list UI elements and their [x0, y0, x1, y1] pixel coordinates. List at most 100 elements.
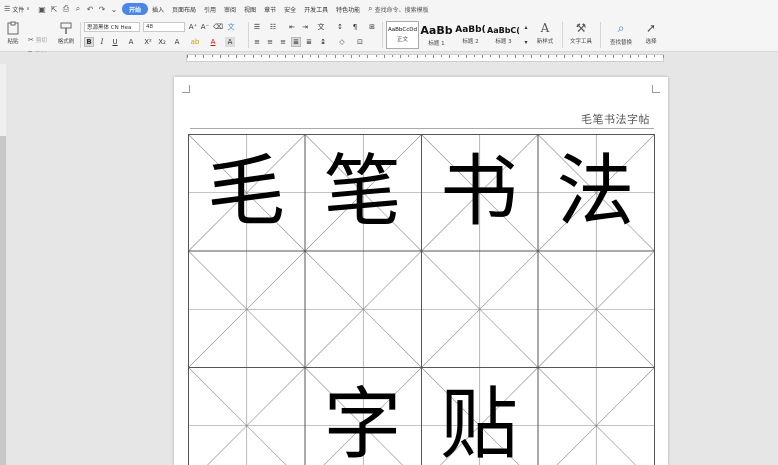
italic-button[interactable]: I [97, 37, 107, 47]
show-marks-icon[interactable]: ¶ [350, 22, 360, 32]
ruler-tick [416, 55, 418, 58]
paste-button[interactable]: 粘贴 [2, 21, 24, 49]
font-color-icon[interactable]: A [208, 37, 218, 47]
ruler-tick [219, 55, 221, 58]
justify-icon[interactable]: ≣ [291, 37, 301, 47]
page-corner-mark [652, 85, 660, 93]
ruler-tick [580, 55, 582, 58]
vertical-ruler[interactable] [0, 64, 6, 465]
tab-8[interactable]: 开发工具 [300, 0, 332, 18]
redo-icon[interactable]: ↷ [96, 3, 108, 15]
select-label: 选择 [645, 39, 657, 45]
font-name-value: 思源黑体 CN Hea [87, 25, 132, 31]
text-tools-button[interactable]: ⚒ 文字工具 [564, 21, 598, 49]
find-replace-button[interactable]: ⌕ 查找替换 [604, 21, 638, 49]
ruler-tick [187, 55, 188, 58]
tab-4[interactable]: 审阅 [220, 0, 240, 18]
vertical-ruler-margin [0, 136, 6, 465]
underline-button[interactable]: U [110, 37, 120, 47]
grid-char[interactable]: 书 [421, 153, 537, 231]
ruler-tick [498, 55, 500, 58]
ruler-tick [334, 55, 336, 58]
text-effect-icon[interactable]: A [172, 37, 182, 47]
style-item-3[interactable]: AaBbC(标题 3 [487, 21, 520, 49]
tab-9[interactable]: 特色功能 [332, 0, 364, 18]
ruler-tick [457, 55, 459, 57]
menu-bar: ☰ 文件 ∨ ▣ ⇱ ⎙ ⌕ ↶ ↷ ⌄ 开始 插入 页面布局 引用 审阅 视图 章节 安全开… [0, 0, 778, 18]
grid-char[interactable]: 毛 [188, 153, 304, 231]
tab-7[interactable]: 安全 [280, 0, 300, 18]
tab-1[interactable]: 插入 [148, 0, 168, 18]
grid-char[interactable]: 笔 [305, 153, 421, 231]
ruler-tick [236, 55, 238, 58]
increase-indent-icon[interactable]: ⇥ [300, 22, 310, 32]
superscript-icon[interactable]: X² [143, 37, 153, 47]
subscript-icon[interactable]: X₂ [157, 37, 167, 47]
align-left-icon[interactable]: ≡ [252, 37, 262, 47]
style-item-0[interactable]: AaBbCcDd 正文 [386, 21, 419, 49]
save-icon[interactable]: ▣ [36, 3, 48, 15]
grid-char[interactable]: 法 [538, 153, 654, 231]
grid-char[interactable]: 贴 [421, 386, 537, 464]
undo-icon[interactable]: ↶ [84, 3, 96, 15]
strikethrough-icon[interactable]: A [126, 37, 136, 47]
tab-2[interactable]: 页面布局 [168, 0, 200, 18]
page-header-text[interactable]: 毛笔书法字帖 [581, 111, 650, 127]
tab-6[interactable]: 章节 [260, 0, 280, 18]
decrease-indent-icon[interactable]: ⇤ [287, 22, 297, 32]
bullet-list-icon[interactable]: ☰ [252, 22, 262, 32]
grow-font-icon[interactable]: A⁺ [188, 22, 198, 32]
format-painter-button[interactable]: 格式刷 [54, 21, 78, 49]
shrink-font-icon[interactable]: A⁻ [200, 22, 210, 32]
file-menu[interactable]: ☰ 文件 ∨ [0, 0, 34, 18]
ruler-tick [408, 55, 410, 57]
clipboard-icon [7, 21, 19, 35]
ruler-tick [318, 55, 320, 58]
ruler-tick [228, 55, 229, 57]
new-style-button[interactable]: A 新样式 [528, 21, 562, 49]
bold-button[interactable]: B [84, 37, 94, 47]
print-icon[interactable]: ⎙ [60, 3, 72, 15]
bold-label: B [86, 38, 92, 46]
line-spacing-icon[interactable]: ↨ [318, 37, 328, 47]
chevron-down-icon: ∨ [26, 6, 30, 12]
style-label: 标题 3 [495, 38, 512, 45]
style-item-2[interactable]: AaBb(标题 2 [454, 21, 487, 49]
cursor-arrow-icon: ➚ [645, 21, 657, 35]
table-icon[interactable]: ⊞ [367, 22, 377, 32]
grid-char[interactable]: 字 [305, 386, 421, 464]
ruler-tick [662, 55, 664, 58]
style-label: 正文 [396, 37, 408, 43]
style-item-1[interactable]: AaBb 标题 1 [420, 21, 453, 49]
highlight-icon[interactable]: ab [190, 37, 200, 47]
command-search[interactable]: ⌕ 查找命令、搜索模板 [364, 0, 433, 18]
align-right-icon[interactable]: ≡ [278, 37, 288, 47]
print-preview-icon[interactable]: ⌕ [72, 3, 84, 15]
pinyin-icon[interactable]: 文 [226, 22, 236, 32]
ruler-tick [588, 55, 590, 57]
select-button[interactable]: ➚ 选择 [636, 21, 666, 49]
font-name-select[interactable]: 思源黑体 CN Hea [84, 22, 140, 32]
clear-format-icon[interactable]: ⌫ [213, 22, 223, 32]
ruler-tick [564, 55, 566, 58]
font-size-select[interactable]: 48 [143, 22, 185, 32]
tab-0[interactable]: 开始 [121, 3, 148, 15]
char-shading-icon[interactable]: A [225, 37, 235, 47]
align-center-icon[interactable]: ≡ [265, 37, 275, 47]
customize-icon[interactable]: ⌄ [108, 3, 120, 15]
ruler-tick [211, 55, 213, 57]
shading-icon[interactable]: ◇ [337, 37, 347, 47]
export-icon[interactable]: ⇱ [48, 3, 60, 15]
tab-3[interactable]: 引用 [200, 0, 220, 18]
distribute-icon[interactable]: ≣ [304, 37, 314, 47]
numbered-list-icon[interactable]: ☷ [268, 22, 278, 32]
ruler-tick [351, 55, 352, 58]
tab-5[interactable]: 视图 [240, 0, 260, 18]
ruler-tick [523, 55, 525, 57]
ruler-tick [195, 55, 197, 57]
document-page[interactable]: 毛笔书法字帖 毛笔书法字贴 [174, 77, 668, 465]
sort-icon[interactable]: ↕ [335, 22, 345, 32]
chinese-layout-icon[interactable]: 文 [316, 22, 326, 32]
borders-icon[interactable]: ⊡ [355, 37, 365, 47]
horizontal-ruler[interactable] [186, 54, 664, 62]
